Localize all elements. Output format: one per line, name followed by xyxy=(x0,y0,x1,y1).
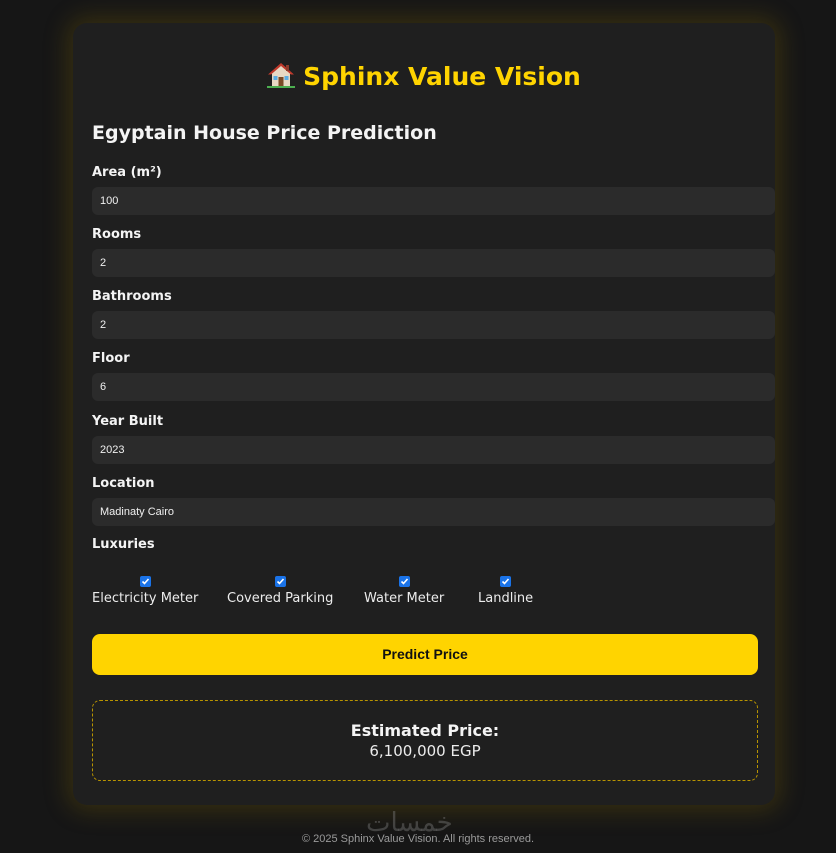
year-built-label: Year Built xyxy=(92,414,164,429)
house-icon xyxy=(267,61,296,89)
rooms-label: Rooms xyxy=(92,227,142,242)
luxury-landline[interactable]: Landline xyxy=(478,576,533,606)
area-input[interactable]: 100 xyxy=(92,187,775,215)
rooms-field: Rooms 2 xyxy=(92,226,775,277)
location-field: Location Madinaty Cairo xyxy=(92,475,775,526)
page-subtitle: Egyptain House Price Prediction xyxy=(92,122,437,144)
bathrooms-label: Bathrooms xyxy=(92,289,172,304)
form-card: Sphinx Value Vision Egyptain House Price… xyxy=(73,23,775,805)
floor-field: Floor 6 xyxy=(92,350,775,401)
luxury-covered-parking[interactable]: Covered Parking xyxy=(227,576,333,606)
predict-price-button[interactable]: Predict Price xyxy=(92,634,758,675)
floor-label: Floor xyxy=(92,351,130,366)
year-built-field: Year Built 2023 xyxy=(92,413,775,464)
luxury-electricity-meter[interactable]: Electricity Meter xyxy=(92,576,198,606)
floor-input[interactable]: 6 xyxy=(92,373,775,401)
landline-checkbox[interactable] xyxy=(500,576,512,587)
water-meter-label: Water Meter xyxy=(364,591,445,606)
result-title: Estimated Price: xyxy=(350,721,500,740)
luxuries-label: Luxuries xyxy=(92,537,155,552)
year-built-input[interactable]: 2023 xyxy=(92,436,775,464)
app-header: Sphinx Value Vision xyxy=(73,61,775,93)
rooms-input[interactable]: 2 xyxy=(92,249,775,277)
location-label: Location xyxy=(92,476,155,491)
covered-parking-label: Covered Parking xyxy=(227,591,334,606)
location-select[interactable]: Madinaty Cairo xyxy=(92,498,775,526)
app-title: Sphinx Value Vision xyxy=(303,62,581,91)
footer-copyright: © 2025 Sphinx Value Vision. All rights r… xyxy=(301,833,535,845)
area-label: Area (m²) xyxy=(92,165,162,180)
landline-label: Landline xyxy=(478,591,534,606)
result-box: Estimated Price: 6,100,000 EGP xyxy=(92,700,758,781)
area-field: Area (m²) 100 xyxy=(92,164,775,215)
bathrooms-field: Bathrooms 2 xyxy=(92,288,775,339)
electricity-meter-label: Electricity Meter xyxy=(92,591,199,606)
water-meter-checkbox[interactable] xyxy=(398,576,410,587)
covered-parking-checkbox[interactable] xyxy=(274,576,286,587)
luxury-water-meter[interactable]: Water Meter xyxy=(364,576,444,606)
electricity-meter-checkbox[interactable] xyxy=(139,576,151,587)
bathrooms-input[interactable]: 2 xyxy=(92,311,775,339)
estimated-price-value: 6,100,000 EGP xyxy=(369,742,481,760)
